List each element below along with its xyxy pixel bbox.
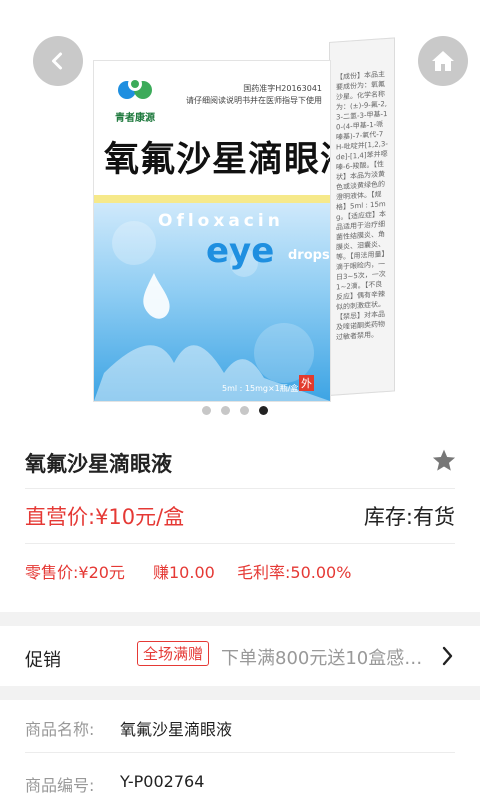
package-side-text: 【成份】本品主要成份为：氧氟沙星。化学名称为：(±)-9-氟-2,3-二氢-3-… — [336, 70, 388, 342]
attribute-label: 商品名称: — [25, 720, 95, 739]
attribute-label: 商品编号: — [25, 776, 95, 795]
carousel-dot[interactable] — [221, 406, 230, 415]
product-image-carousel[interactable]: 【成份】本品主要成份为：氧氟沙星。化学名称为：(±)-9-氟-2,3-二氢-3-… — [0, 0, 480, 430]
promotion-tag: 全场满赠 — [137, 641, 210, 666]
product-package-image: 【成份】本品主要成份为：氧氟沙星。化学名称为：(±)-9-氟-2,3-二氢-3-… — [93, 37, 395, 404]
package-front-panel: 青者康源 国药准字H20163041 请仔细阅读说明书并在医师指导下使用 氧氟沙… — [93, 60, 331, 402]
home-icon — [432, 51, 454, 71]
eye-text: eye — [206, 231, 275, 271]
approval-block: 国药准字H20163041 请仔细阅读说明书并在医师指导下使用 — [186, 83, 322, 107]
package-spec: 5ml : 15mg×1瓶/盒 — [222, 384, 299, 393]
promotion-row[interactable]: 促销 全场满赠 下单满800元送10盒感冒灵颗粒 — [0, 626, 480, 686]
yellow-stripe — [94, 195, 330, 203]
brand-logo: 青者康源 — [104, 75, 166, 124]
brand-name: 青者康源 — [115, 113, 155, 124]
direct-price: 直营价:¥10元/盒 — [25, 505, 185, 529]
earn-amount: 赚10.00 — [153, 563, 215, 582]
promotion-description: 下单满800元送10盒感冒灵颗粒 — [221, 648, 433, 669]
carousel-indicator — [202, 406, 268, 415]
attribute-row-name: 商品名称: 氧氟沙星滴眼液 — [0, 700, 480, 756]
section-gap — [0, 612, 480, 626]
attribute-value: Y-P002764 — [120, 772, 205, 791]
chevron-left-icon — [52, 52, 62, 70]
star-icon[interactable] — [431, 448, 457, 474]
promotion-label: 促销 — [25, 650, 61, 671]
package-title: 氧氟沙星滴眼液 — [104, 139, 331, 180]
english-name: Ofloxacin — [158, 211, 284, 231]
package-side-panel: 【成份】本品主要成份为：氧氟沙星。化学名称为：(±)-9-氟-2,3-二氢-3-… — [329, 37, 395, 397]
price-row: 直营价:¥10元/盒 库存:有货 — [0, 489, 480, 543]
section-gap — [0, 686, 480, 700]
product-title: 氧氟沙星滴眼液 — [25, 452, 172, 476]
home-button[interactable] — [418, 36, 468, 86]
profit-margin: 毛利率:50.00% — [237, 563, 352, 582]
carousel-dot-active[interactable] — [259, 406, 268, 415]
product-detail-page: 【成份】本品主要成份为：氧氟沙星。化学名称为：(±)-9-氟-2,3-二氢-3-… — [0, 0, 480, 800]
back-button[interactable] — [33, 36, 83, 86]
drops-text: drops — [288, 248, 330, 263]
retail-info-row: 零售价:¥20元 赚10.00 毛利率:50.00% — [0, 544, 480, 612]
attribute-value: 氧氟沙星滴眼液 — [120, 720, 233, 739]
approval-number: 国药准字H20163041 — [243, 84, 322, 93]
water-drop-icon — [143, 273, 170, 319]
usage-instruction: 请仔细阅读说明书并在医师指导下使用 — [186, 96, 322, 105]
attribute-row-code: 商品编号: Y-P002764 — [0, 756, 480, 800]
divider — [25, 752, 455, 753]
carousel-dot[interactable] — [240, 406, 249, 415]
external-use-mark: 外 — [299, 375, 314, 391]
stock-status: 库存:有货 — [363, 505, 455, 529]
product-title-row: 氧氟沙星滴眼液 — [0, 430, 480, 488]
carousel-dot[interactable] — [202, 406, 211, 415]
chevron-right-icon — [442, 646, 453, 666]
brand-logo-icon — [118, 77, 152, 99]
retail-price: 零售价:¥20元 — [25, 563, 125, 582]
